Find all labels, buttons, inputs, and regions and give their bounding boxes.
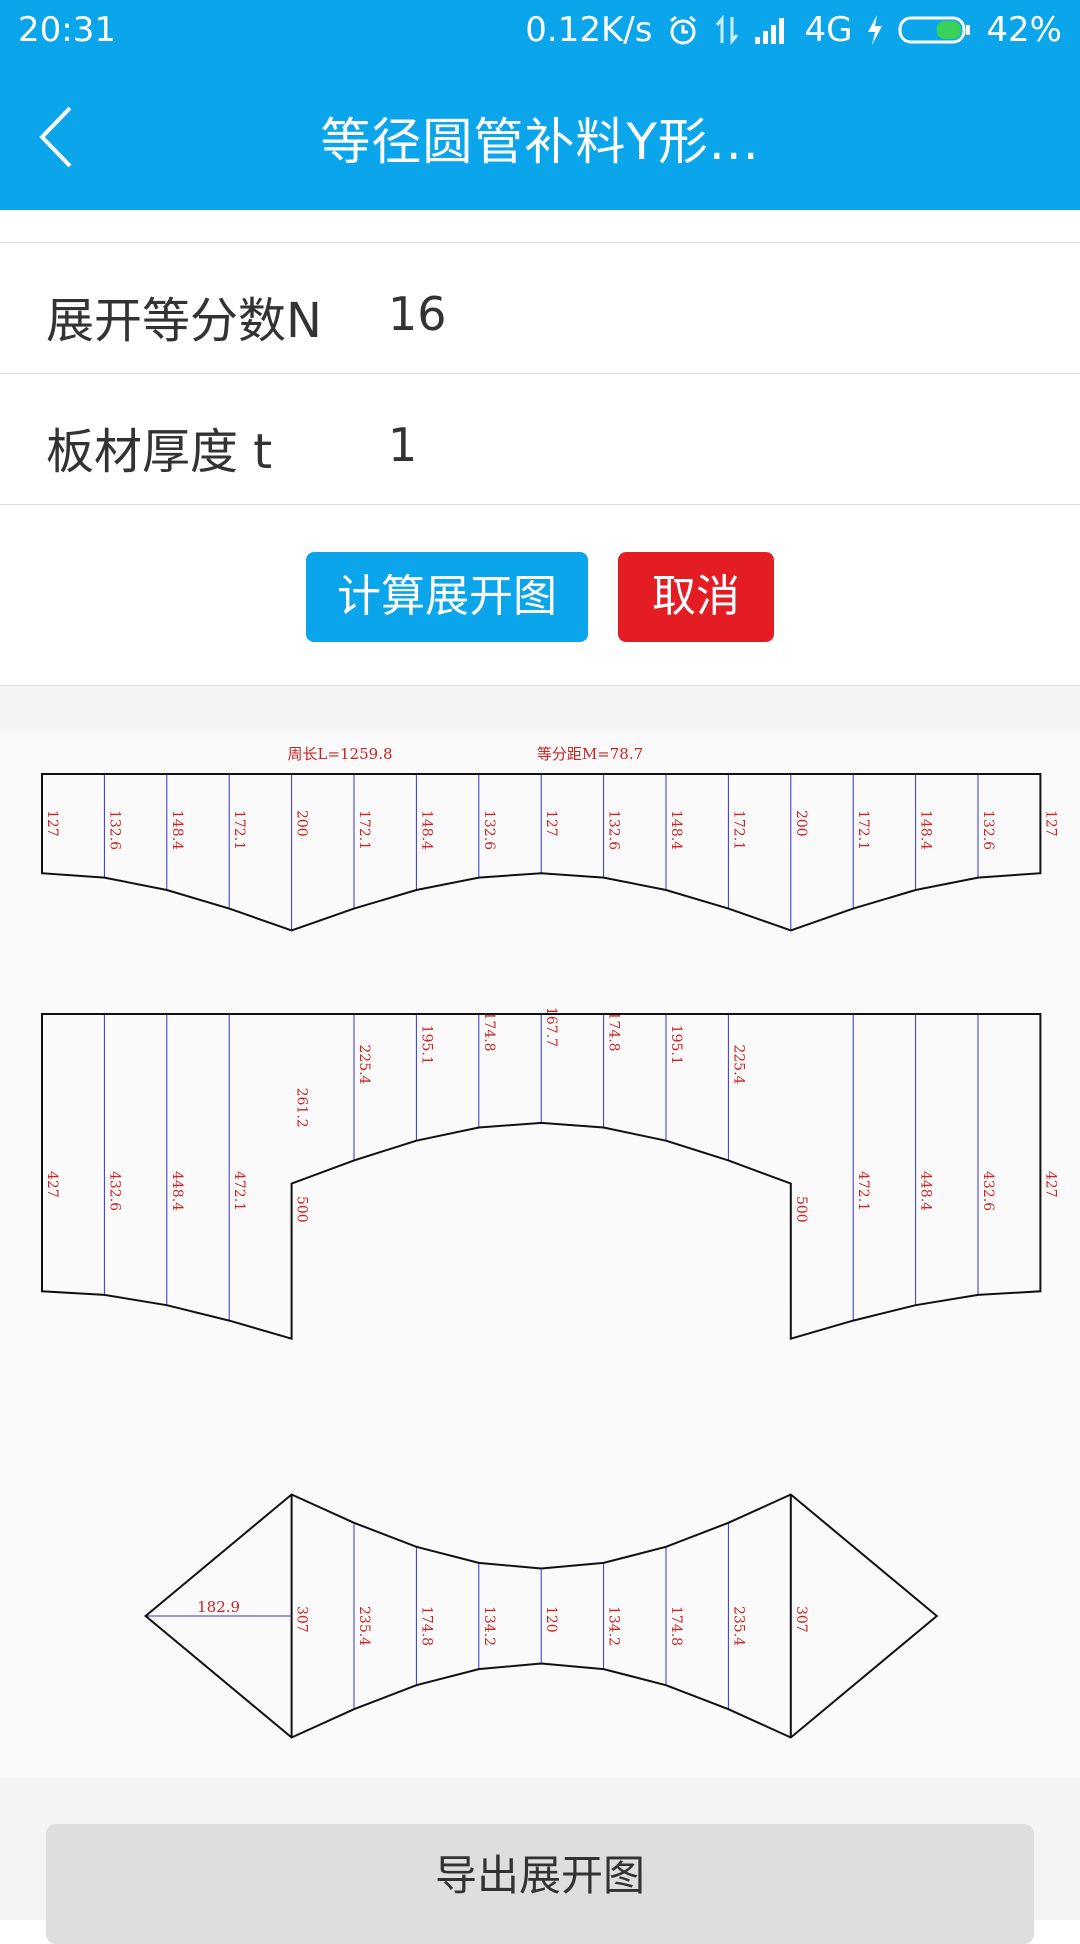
pattern2-outer-label: 448.4 bbox=[169, 1171, 185, 1211]
charging-icon bbox=[866, 14, 884, 46]
app-bar: 等径圆管补料Y形... bbox=[0, 62, 1080, 210]
pattern2-outer-label: 432.6 bbox=[980, 1171, 996, 1211]
pattern2-outer-label: 427 bbox=[44, 1171, 60, 1198]
form-row-divisions: 展开等分数N 16 bbox=[0, 243, 1080, 374]
status-bar: 20:31 0.12K/s 4G 42% bbox=[0, 0, 1080, 62]
signal-icon bbox=[754, 15, 790, 45]
divisions-input[interactable]: 16 bbox=[388, 287, 1028, 347]
pattern-svg: 周长L=1259.8 等分距M=78.7 127 132.6 148.4 172.1 200… bbox=[41, 745, 1058, 1739]
pattern3-label: 307 bbox=[793, 1606, 809, 1633]
pattern3-label: 134.2 bbox=[481, 1606, 497, 1646]
pattern2-outer-label: 472.1 bbox=[231, 1171, 247, 1211]
calculate-button[interactable]: 计算展开图 bbox=[306, 552, 588, 642]
status-time: 20:31 bbox=[18, 10, 116, 50]
pattern3-label: 120 bbox=[543, 1606, 559, 1633]
pattern3-label: 235.4 bbox=[730, 1606, 746, 1646]
pattern1-label: 132.6 bbox=[980, 810, 996, 850]
cancel-button[interactable]: 取消 bbox=[618, 552, 774, 642]
pattern2-outer-label: 432.6 bbox=[106, 1171, 122, 1211]
pattern3-side-label: 182.9 bbox=[197, 1598, 240, 1616]
spacing-label: 等分距M=78.7 bbox=[537, 745, 643, 763]
pattern2-inner-label: 174.8 bbox=[481, 1012, 497, 1052]
pattern1-label: 127 bbox=[44, 810, 60, 837]
perimeter-label: 周长L=1259.8 bbox=[287, 745, 392, 763]
battery-icon bbox=[898, 15, 972, 45]
pattern2-inner-label: 195.1 bbox=[418, 1025, 434, 1065]
pattern3-label: 174.8 bbox=[418, 1606, 434, 1646]
page-title: 等径圆管补料Y形... bbox=[320, 113, 760, 171]
data-transfer-icon bbox=[714, 13, 740, 47]
pattern1-label: 172.1 bbox=[855, 810, 871, 850]
pattern3-label: 174.8 bbox=[668, 1606, 684, 1646]
pattern2-outer-label: 472.1 bbox=[855, 1171, 871, 1211]
pattern1-label: 127 bbox=[543, 810, 559, 837]
pattern3-label: 307 bbox=[294, 1606, 310, 1633]
status-right: 0.12K/s 4G 42% bbox=[525, 10, 1062, 50]
network-speed: 0.12K/s bbox=[525, 10, 653, 50]
pattern1-label: 172.1 bbox=[231, 810, 247, 850]
pattern1-label: 132.6 bbox=[481, 810, 497, 850]
battery-percent: 42% bbox=[986, 10, 1062, 50]
alarm-icon bbox=[666, 13, 700, 47]
pattern2-inner-label: 174.8 bbox=[606, 1012, 622, 1052]
pattern2-inner-label: 167.7 bbox=[543, 1007, 559, 1047]
pattern2-outer-label: 448.4 bbox=[918, 1171, 934, 1211]
pattern1-label: 148.4 bbox=[668, 810, 684, 850]
pattern2-outer-label: 500 bbox=[294, 1196, 310, 1223]
pattern2-inner-label: 195.1 bbox=[668, 1025, 684, 1065]
pattern2-inner-label: 225.4 bbox=[730, 1044, 746, 1084]
pattern1-label: 148.4 bbox=[418, 810, 434, 850]
pattern2-inner-label: 261.2 bbox=[294, 1088, 310, 1128]
pattern1-label: 172.1 bbox=[730, 810, 746, 850]
divisions-label: 展开等分数N bbox=[46, 293, 322, 349]
pattern1-label: 148.4 bbox=[918, 810, 934, 850]
pattern1-label: 200 bbox=[294, 810, 310, 837]
pattern2-outer-label: 500 bbox=[793, 1196, 809, 1223]
development-drawing: 周长L=1259.8 等分距M=78.7 127 132.6 148.4 172.1 200… bbox=[0, 732, 1080, 1778]
export-drawing-button[interactable]: 导出展开图 bbox=[46, 1824, 1034, 1944]
pattern2-inner-label: 225.4 bbox=[356, 1044, 372, 1084]
form-row-thickness: 板材厚度 t 1 bbox=[0, 374, 1080, 505]
pattern1-label: 148.4 bbox=[169, 810, 185, 850]
pattern1-label: 132.6 bbox=[106, 810, 122, 850]
pattern2-outer-label: 427 bbox=[1042, 1171, 1058, 1198]
pattern1-label: 200 bbox=[793, 810, 809, 837]
pattern3-label: 235.4 bbox=[356, 1606, 372, 1646]
pattern1-label: 172.1 bbox=[356, 810, 372, 850]
thickness-input[interactable]: 1 bbox=[388, 418, 1028, 478]
pattern3-label: 134.2 bbox=[606, 1606, 622, 1646]
thickness-label: 板材厚度 t bbox=[46, 424, 273, 480]
network-type: 4G bbox=[804, 10, 853, 50]
pattern1-label: 127 bbox=[1042, 810, 1058, 837]
pattern1-label: 132.6 bbox=[606, 810, 622, 850]
